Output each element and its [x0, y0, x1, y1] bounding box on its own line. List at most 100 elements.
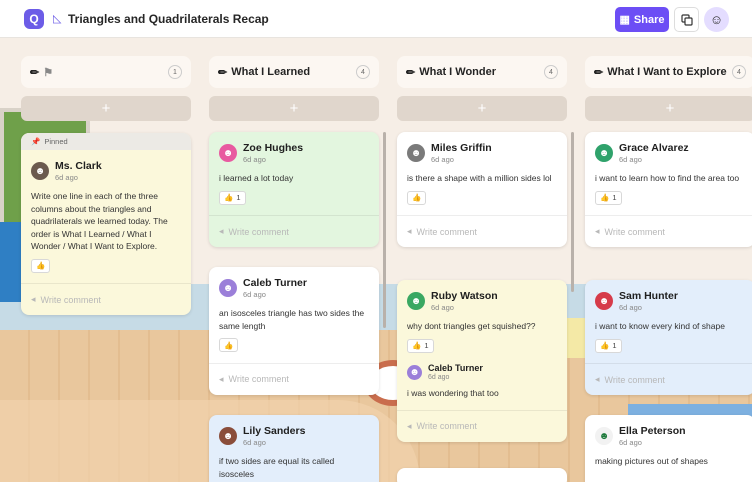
add-post-button[interactable]: +: [397, 96, 567, 121]
flag-icon: ⚑: [43, 66, 54, 79]
author-name: Lily Sanders: [243, 425, 306, 437]
post-card[interactable]: [397, 468, 567, 482]
column-header-learned[interactable]: ✏ What I Learned 4: [209, 56, 379, 88]
comment-input[interactable]: ◂ Write comment: [585, 215, 752, 247]
post-time: 6d ago: [431, 155, 454, 164]
comment-input[interactable]: ◂ Write comment: [397, 409, 567, 442]
post-body: why dont triangles get squished??: [407, 321, 536, 331]
avatar: ☻: [219, 279, 237, 297]
avatar: ☻: [595, 292, 613, 310]
thumbs-up-icon: 👍: [36, 261, 46, 270]
add-post-button[interactable]: +: [209, 96, 379, 121]
comment-placeholder: Write comment: [416, 226, 477, 237]
post-time: 6d ago: [243, 155, 266, 164]
pinned-banner: 📌 Pinned: [21, 133, 191, 150]
card-author: ☻ Ms. Clark 6d ago: [31, 160, 181, 182]
card-author: ☻ Lily Sanders 6d ago: [219, 425, 369, 447]
reply: ☻ Caleb Turner 6d ago i was wondering th…: [397, 353, 567, 400]
post-time: 6d ago: [243, 290, 266, 299]
column-count: 1: [168, 65, 182, 79]
like-button[interactable]: 👍 1: [219, 190, 246, 205]
like-button[interactable]: 👍 1: [595, 190, 622, 205]
like-count: 1: [236, 193, 241, 202]
post-body: making pictures out of shapes: [595, 456, 708, 466]
reply-author: ☻ Caleb Turner 6d ago: [407, 363, 557, 381]
column-label: What I Learned: [231, 66, 311, 78]
author-name: Caleb Turner: [243, 277, 307, 289]
send-icon: ◂: [31, 294, 36, 304]
post-body: Write one line in each of the three colu…: [31, 191, 168, 251]
post-card[interactable]: ☻ Ella Peterson 6d ago making pictures o…: [585, 415, 752, 482]
column-scrollbar[interactable]: [383, 132, 386, 328]
like-button[interactable]: 👍: [219, 338, 239, 352]
share-button[interactable]: ▦ Share: [615, 7, 669, 32]
send-icon: ◂: [595, 374, 600, 384]
reply-body: i was wondering that too: [407, 388, 499, 398]
post-time: 6d ago: [619, 438, 642, 447]
avatar: ☻: [595, 427, 613, 445]
post-card[interactable]: ☻ Ruby Watson 6d ago why dont triangles …: [397, 280, 567, 442]
user-avatar[interactable]: ☺: [704, 7, 729, 32]
comment-input[interactable]: ◂ Write comment: [209, 362, 379, 395]
share-label: Share: [633, 13, 665, 26]
post-card[interactable]: ☻ Grace Alvarez 6d ago i want to learn h…: [585, 132, 752, 247]
like-count: 1: [612, 341, 617, 350]
comment-input[interactable]: ◂ Write comment: [209, 215, 379, 247]
column-header-wonder[interactable]: ✏ What I Wonder 4: [397, 56, 567, 88]
avatar: ☻: [219, 144, 237, 162]
copy-button[interactable]: [674, 7, 699, 32]
comment-placeholder: Write comment: [604, 226, 665, 237]
author-name: Grace Alvarez: [619, 142, 689, 154]
like-count: 1: [612, 193, 617, 202]
like-button[interactable]: 👍: [31, 258, 51, 273]
column-header-intro[interactable]: ✏ ⚑ 1: [21, 56, 191, 88]
post-body: i learned a lot today: [219, 173, 294, 183]
author-name: Ruby Watson: [431, 290, 498, 302]
card-author: ☻ Caleb Turner 6d ago: [219, 277, 369, 299]
comment-placeholder: Write comment: [604, 374, 665, 385]
post-time: 6d ago: [619, 155, 642, 164]
post-card[interactable]: ☻ Sam Hunter 6d ago i want to know every…: [585, 280, 752, 395]
ruler-triangle-icon: ◺: [53, 13, 62, 25]
post-card[interactable]: ☻ Zoe Hughes 6d ago i learned a lot toda…: [209, 132, 379, 247]
comment-input[interactable]: ◂ Write comment: [585, 363, 752, 395]
comment-input[interactable]: ◂ Write comment: [397, 215, 567, 247]
pinned-card[interactable]: 📌 Pinned ☻ Ms. Clark 6d ago Write one li…: [21, 133, 191, 315]
app-logo[interactable]: Q: [24, 9, 44, 29]
post-body: is there a shape with a million sides lo…: [407, 173, 552, 183]
avatar: ☻: [31, 162, 49, 180]
like-button[interactable]: 👍 1: [407, 338, 434, 353]
card-author: ☻ Ella Peterson 6d ago: [595, 425, 745, 447]
like-button[interactable]: 👍: [407, 190, 427, 205]
thumbs-up-icon: 👍: [600, 341, 610, 350]
add-post-button[interactable]: +: [585, 96, 752, 121]
board-title: Triangles and Quadrilaterals Recap: [68, 12, 269, 26]
post-card[interactable]: ☻ Caleb Turner 6d ago an isosceles trian…: [209, 267, 379, 395]
thumbs-up-icon: 👍: [412, 193, 422, 202]
card-author: ☻ Miles Griffin 6d ago: [407, 142, 557, 164]
author-name: Sam Hunter: [619, 290, 678, 302]
thumbs-up-icon: 👍: [224, 193, 234, 202]
post-card[interactable]: ☻ Miles Griffin 6d ago is there a shape …: [397, 132, 567, 247]
post-body: i want to know every kind of shape: [595, 321, 725, 331]
like-button[interactable]: 👍 1: [595, 338, 622, 353]
pencil-icon: ✏: [30, 66, 40, 79]
column-header-explore[interactable]: ✏ What I Want to Explore 4: [585, 56, 752, 88]
like-count: 1: [424, 341, 429, 350]
post-card[interactable]: ☻ Lily Sanders 6d ago if two sides are e…: [209, 415, 379, 482]
send-icon: ◂: [407, 226, 412, 236]
post-body: if two sides are equal its called isosce…: [219, 456, 335, 479]
column-scrollbar[interactable]: [571, 132, 574, 292]
post-body: an isosceles triangle has two sides the …: [219, 308, 365, 331]
card-author: ☻ Grace Alvarez 6d ago: [595, 142, 745, 164]
reply-time: 6d ago: [428, 374, 450, 381]
add-post-button[interactable]: +: [21, 96, 191, 121]
comment-input[interactable]: ◂ Write comment: [21, 283, 191, 315]
author-name: Miles Griffin: [431, 142, 492, 154]
author-name: Ella Peterson: [619, 425, 686, 437]
pencil-icon: ✏: [406, 66, 416, 79]
send-icon: ◂: [407, 420, 412, 431]
send-icon: ◂: [219, 226, 224, 236]
column-count: 4: [356, 65, 370, 79]
author-name: Zoe Hughes: [243, 142, 304, 154]
